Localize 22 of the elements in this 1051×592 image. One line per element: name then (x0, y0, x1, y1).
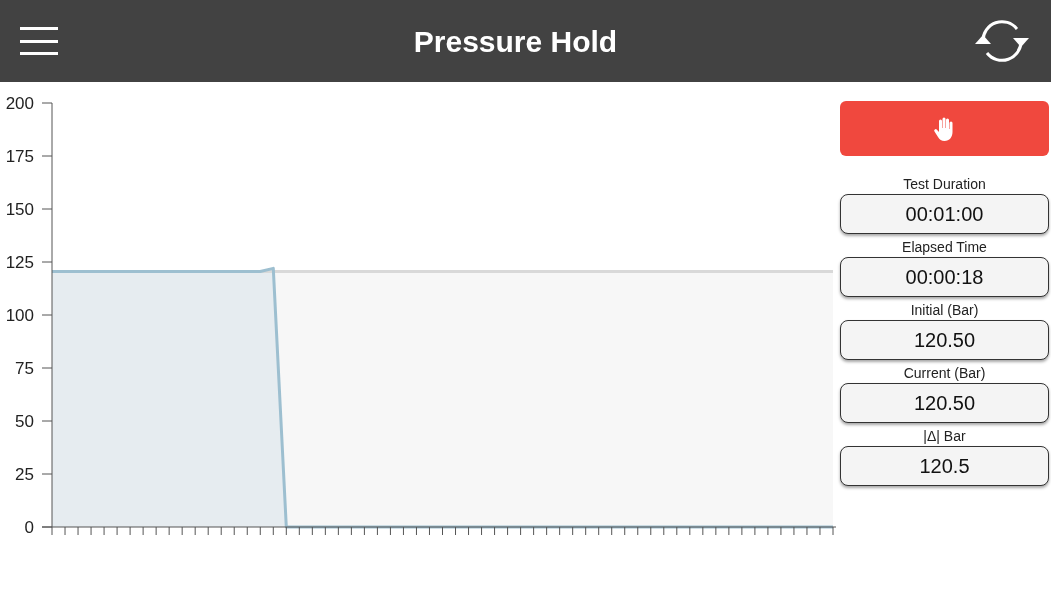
readout-value: 120.5 (840, 446, 1049, 486)
readout-label: Current (Bar) (903, 365, 986, 381)
readout-label: Elapsed Time (902, 239, 987, 255)
readout-label: Test Duration (903, 176, 986, 192)
page-title: Pressure Hold (413, 23, 618, 60)
y-tick-label: 100 (5, 306, 34, 325)
y-tick-label: 200 (5, 94, 34, 113)
readout-value: 120.50 (840, 320, 1049, 360)
readout-value: 120.50 (840, 383, 1049, 423)
y-tick-label: 50 (15, 412, 34, 431)
y-tick-label: 175 (5, 147, 34, 166)
y-tick-label: 25 (15, 465, 34, 484)
y-tick-label: 150 (5, 200, 34, 219)
readout-label: Initial (Bar) (910, 302, 979, 318)
readout-value: 00:00:18 (840, 257, 1049, 297)
stop-button[interactable] (840, 101, 1049, 156)
menu-icon[interactable] (20, 26, 58, 56)
readout-value: 00:01:00 (840, 194, 1049, 234)
readout-label: |Δ| Bar (923, 428, 966, 444)
y-tick-label: 125 (5, 253, 34, 272)
y-tick-label: 75 (15, 359, 34, 378)
y-tick-label: 0 (24, 518, 34, 537)
